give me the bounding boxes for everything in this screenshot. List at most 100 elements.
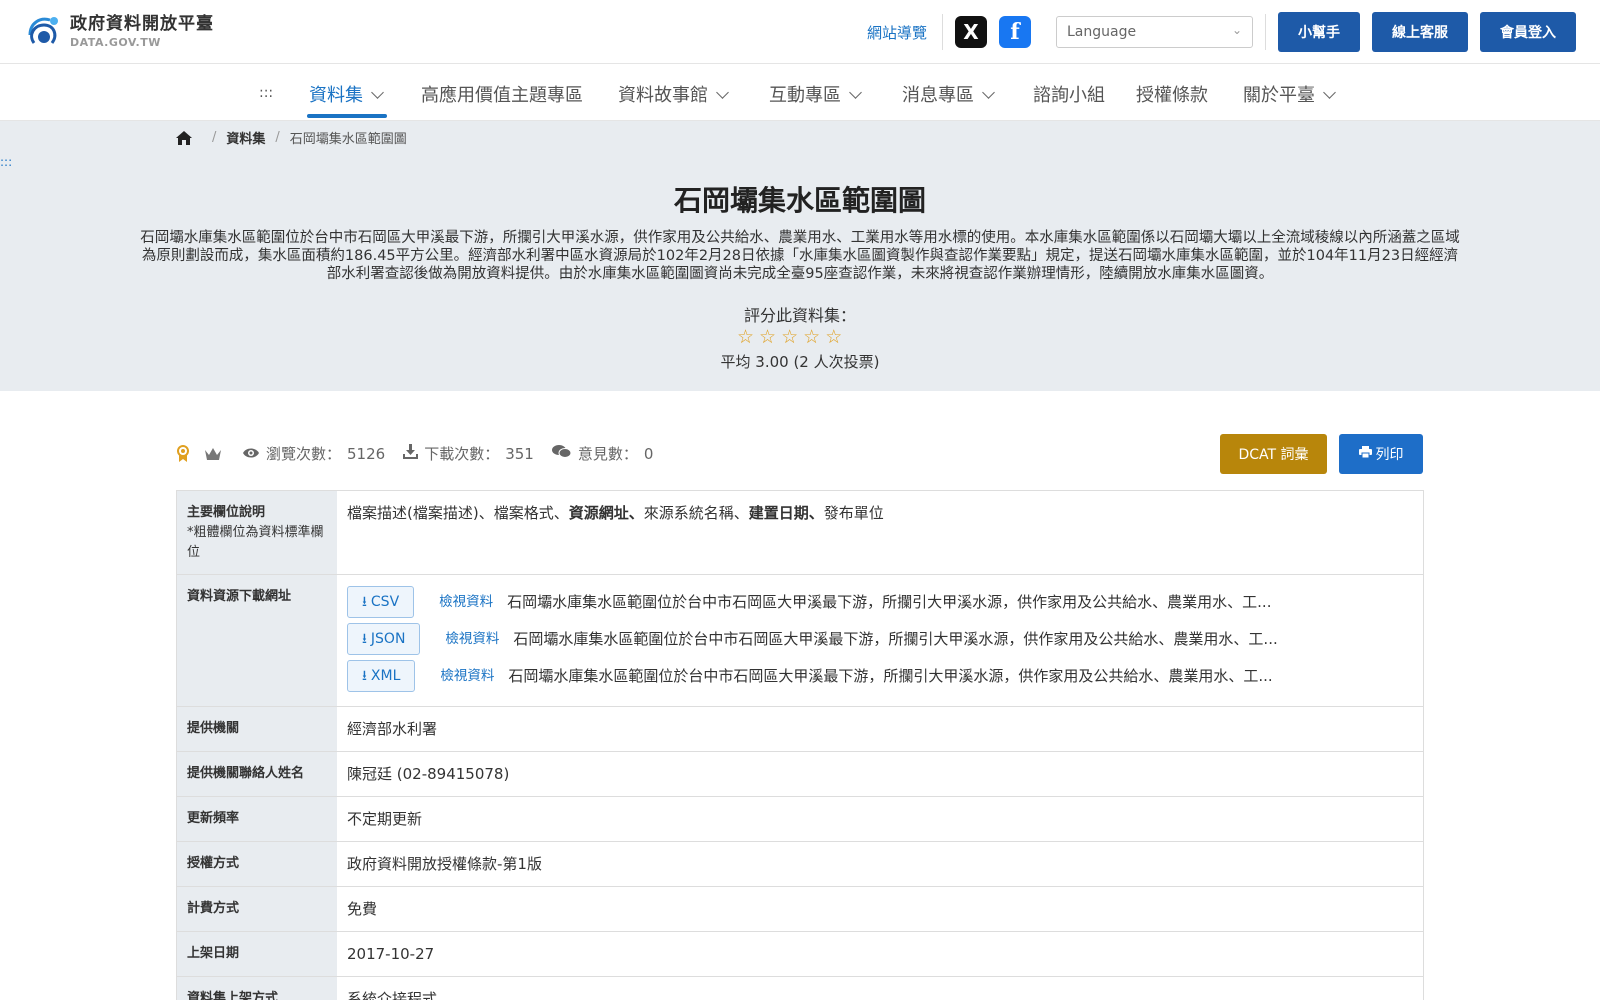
nav-item-license[interactable]: 授權條款	[1136, 81, 1208, 107]
nav-accesskey[interactable]: :::	[259, 85, 273, 101]
views-stat: 瀏覽次數： 5126	[242, 443, 385, 464]
download-icon: ⭳	[362, 631, 367, 647]
nav-item-news[interactable]: 消息專區	[902, 81, 995, 107]
dataset-stats: 瀏覽次數： 5126 下載次數： 351 意見數： 0	[176, 443, 671, 464]
field-text-bold: 建置日期、	[748, 504, 824, 522]
format-label: CSV	[370, 594, 400, 610]
table-row: 主要欄位說明 *粗體欄位為資料標準欄位 檔案描述(檔案描述)、檔案格式、資源網址…	[176, 491, 1424, 575]
field-text: 發布單位	[823, 504, 884, 522]
printer-icon	[1358, 446, 1372, 462]
download-label: 資料資源下載網址	[177, 575, 337, 706]
method-value: 系統介接程式	[347, 990, 438, 1000]
star-icon[interactable]: ☆	[803, 326, 820, 348]
comments-icon	[551, 444, 572, 463]
star-icon[interactable]: ☆	[825, 326, 842, 348]
star-icon[interactable]: ☆	[759, 326, 776, 348]
rating-label: 評分此資料集：	[743, 306, 856, 325]
contact-label: 提供機關聯絡人姓名	[177, 752, 337, 796]
header-divider	[942, 14, 943, 50]
rating-stars: ☆ ☆ ☆ ☆ ☆	[737, 326, 842, 348]
chevron-down-icon	[982, 86, 995, 99]
field-text: 檔案描述(檔案描述)、檔案格式、	[347, 504, 569, 522]
frequency-label: 更新頻率	[177, 797, 337, 841]
nav-item-datasets[interactable]: 資料集	[309, 81, 384, 107]
breadcrumb-separator: /	[212, 130, 217, 145]
breadcrumb: / 資料集 / 石岡壩集水區範圍圖	[176, 128, 407, 147]
provider-label: 提供機關	[177, 707, 337, 751]
downloads-count: 351	[505, 444, 534, 463]
download-csv-button[interactable]: ⭳ CSV	[347, 586, 415, 618]
print-button[interactable]: 列印	[1339, 434, 1423, 474]
support-button[interactable]: 線上客服	[1372, 12, 1468, 52]
home-icon[interactable]	[176, 130, 192, 145]
view-data-link[interactable]: 檢視資料	[439, 592, 493, 612]
logo-subtitle: DATA.GOV.TW	[70, 36, 161, 49]
eye-icon	[242, 445, 260, 463]
view-data-link[interactable]: 檢視資料	[445, 629, 499, 649]
download-json-button[interactable]: ⭳ JSON	[347, 623, 421, 655]
site-nav-link[interactable]: 網站導覽	[867, 22, 927, 43]
resource-description: 石岡壩水庫集水區範圍位於台中市石岡區大甲溪最下游，所攔引大甲溪水源，供作家用及公…	[513, 630, 1278, 648]
comments-stat: 意見數： 0	[551, 443, 654, 464]
chevron-down-icon	[1323, 86, 1336, 99]
main-fields-note: *粗體欄位為資料標準欄位	[187, 525, 324, 560]
dataset-info-table: 主要欄位說明 *粗體欄位為資料標準欄位 檔案描述(檔案描述)、檔案格式、資源網址…	[176, 490, 1424, 1000]
views-count: 5126	[347, 444, 386, 463]
helper-button[interactable]: 小幫手	[1278, 12, 1360, 52]
nav-item-advisory[interactable]: 諮詢小組	[1033, 81, 1105, 107]
nav-item-interactive[interactable]: 互動專區	[769, 81, 862, 107]
x-share-icon[interactable]: X	[955, 16, 987, 48]
logo-title: 政府資料開放平臺	[70, 14, 214, 34]
table-row: 提供機關 經濟部水利署	[176, 707, 1424, 752]
language-select[interactable]: Language ⌄	[1056, 16, 1253, 48]
table-row: 上架日期 2017-10-27	[176, 932, 1424, 977]
chevron-down-icon	[371, 86, 384, 99]
comments-label: 意見數：	[577, 445, 638, 463]
logo-icon	[24, 13, 64, 51]
chevron-down-icon	[716, 86, 729, 99]
table-row: 更新頻率 不定期更新	[176, 797, 1424, 842]
nav-item-stories[interactable]: 資料故事館	[618, 81, 729, 107]
table-row: 資料集上架方式 系統介接程式	[176, 977, 1424, 1000]
language-placeholder: Language	[1067, 24, 1137, 40]
main-fields-value: 檔案描述(檔案描述)、檔案格式、資源網址、來源系統名稱、建置日期、發布單位	[337, 491, 1423, 574]
badge-icon	[176, 444, 190, 463]
downloads-stat: 下載次數： 351	[403, 443, 534, 464]
nav-item-about[interactable]: 關於平臺	[1243, 81, 1336, 107]
breadcrumb-datasets[interactable]: 資料集	[226, 128, 265, 147]
dataset-hero: / 資料集 / 石岡壩集水區範圍圖 ::: 石岡壩集水區範圍圖 石岡壩水庫集水區…	[0, 121, 1600, 391]
site-logo[interactable]: 政府資料開放平臺 DATA.GOV.TW	[24, 13, 214, 51]
dcat-button[interactable]: DCAT 詞彙	[1220, 434, 1327, 474]
format-label: JSON	[370, 631, 406, 647]
star-icon[interactable]: ☆	[737, 326, 754, 348]
provider-link[interactable]: 經濟部水利署	[337, 707, 1423, 751]
resource-list: ⭳ CSV 檢視資料 石岡壩水庫集水區範圍位於台中市石岡區大甲溪最下游，所攔引大甲…	[337, 575, 1423, 706]
format-label: XML	[370, 668, 401, 684]
content-accesskey[interactable]: :::	[0, 155, 12, 169]
nav-item-high-value[interactable]: 高應用價值主題專區	[421, 81, 583, 107]
table-row: 資料資源下載網址 ⭳ CSV 檢視資料 石岡壩水庫集水區範圍位於台中市石岡區大甲溪…	[176, 575, 1424, 707]
download-xml-button[interactable]: ⭳ XML	[347, 660, 416, 692]
login-button[interactable]: 會員登入	[1480, 12, 1576, 52]
comments-count: 0	[643, 444, 654, 463]
date-value: 2017-10-27	[347, 945, 435, 963]
resource-item: ⭳ XML 檢視資料 石岡壩水庫集水區範圍位於台中市石岡區大甲溪最下游，所攔引大甲…	[347, 658, 1413, 694]
facebook-share-icon[interactable]: f	[999, 16, 1031, 48]
nav-label: 資料集	[309, 85, 363, 106]
method-label: 資料集上架方式	[177, 977, 337, 1000]
breadcrumb-current: 石岡壩集水區範圍圖	[289, 132, 407, 147]
chevron-down-icon	[849, 86, 862, 99]
star-icon[interactable]: ☆	[781, 326, 798, 348]
resource-description: 石岡壩水庫集水區範圍位於台中市石岡區大甲溪最下游，所攔引大甲溪水源，供作家用及公…	[508, 667, 1273, 685]
chevron-down-icon: ⌄	[1231, 23, 1242, 37]
download-icon: ⭳	[362, 668, 367, 684]
view-data-link[interactable]: 檢視資料	[440, 666, 494, 686]
contact-value: 陳冠廷 (02-89415078)	[347, 765, 510, 783]
views-label: 瀏覽次數：	[266, 445, 342, 463]
nav-label: 資料故事館	[618, 85, 708, 106]
site-header: 政府資料開放平臺 DATA.GOV.TW 網站導覽 X f Language ⌄…	[0, 0, 1600, 64]
resource-item: ⭳ JSON 檢視資料 石岡壩水庫集水區範圍位於台中市石岡區大甲溪最下游，所攔引大…	[347, 621, 1413, 657]
print-label: 列印	[1375, 447, 1404, 463]
main-nav: ::: 資料集 高應用價值主題專區 資料故事館 互動專區 消息專區 諮詢小組 授…	[0, 64, 1600, 121]
field-text: 來源系統名稱、	[643, 504, 749, 522]
